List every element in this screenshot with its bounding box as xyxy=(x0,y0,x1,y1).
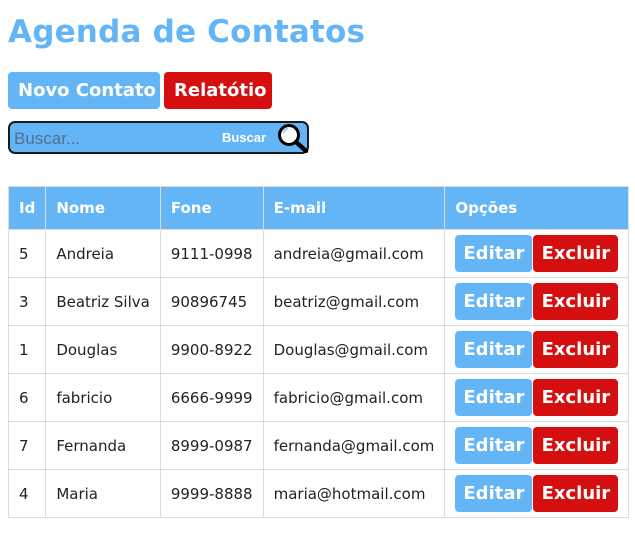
cell-nome: Fernanda xyxy=(45,421,161,470)
cell-id: 4 xyxy=(7,469,47,518)
table-row: 5 Andreia 9111-0998 andreia@gmail.com Ed… xyxy=(7,229,630,278)
edit-button[interactable]: Editar xyxy=(455,283,533,320)
cell-email: beatriz@gmail.com xyxy=(262,277,446,326)
cell-fone: 9999-8888 xyxy=(159,469,264,518)
header-email: E-mail xyxy=(262,186,446,230)
delete-button[interactable]: Excluir xyxy=(533,331,619,368)
cell-actions: Editar Excluir xyxy=(444,229,630,278)
header-fone: Fone xyxy=(159,186,264,230)
cell-actions: Editar Excluir xyxy=(444,373,630,422)
search-icon[interactable] xyxy=(276,123,310,153)
cell-nome: Douglas xyxy=(45,325,161,374)
cell-id: 3 xyxy=(7,277,47,326)
cell-fone: 6666-9999 xyxy=(159,373,264,422)
delete-button[interactable]: Excluir xyxy=(533,427,619,464)
cell-nome: Beatriz Silva xyxy=(45,277,161,326)
edit-button[interactable]: Editar xyxy=(455,235,533,272)
table-row: 1 Douglas 9900-8922 Douglas@gmail.com Ed… xyxy=(7,325,630,374)
new-contact-button[interactable]: Novo Contato xyxy=(8,72,160,109)
report-button[interactable]: Relatótio xyxy=(164,72,272,109)
cell-fone: 8999-0987 xyxy=(159,421,264,470)
cell-email: fernanda@gmail.com xyxy=(262,421,446,470)
cell-actions: Editar Excluir xyxy=(444,469,630,518)
header-id: Id xyxy=(7,186,47,230)
contacts-table: Id Nome Fone E-mail Opções 5 Andreia 911… xyxy=(7,186,630,518)
header-nome: Nome xyxy=(45,186,161,230)
table-header-row: Id Nome Fone E-mail Opções xyxy=(7,186,630,230)
header-opcoes: Opções xyxy=(444,186,630,230)
cell-actions: Editar Excluir xyxy=(444,325,630,374)
delete-button[interactable]: Excluir xyxy=(533,475,619,512)
edit-button[interactable]: Editar xyxy=(455,427,533,464)
cell-email: Douglas@gmail.com xyxy=(262,325,446,374)
edit-button[interactable]: Editar xyxy=(455,331,533,368)
cell-email: fabricio@gmail.com xyxy=(262,373,446,422)
search-button[interactable]: Buscar xyxy=(222,130,266,145)
delete-button[interactable]: Excluir xyxy=(533,379,619,416)
table-row: 3 Beatriz Silva 90896745 beatriz@gmail.c… xyxy=(7,277,630,326)
search-input[interactable] xyxy=(14,126,210,151)
cell-actions: Editar Excluir xyxy=(444,421,630,470)
delete-button[interactable]: Excluir xyxy=(533,283,619,320)
cell-email: maria@hotmail.com xyxy=(262,469,446,518)
cell-nome: Andreia xyxy=(45,229,161,278)
cell-id: 7 xyxy=(7,421,47,470)
cell-id: 5 xyxy=(7,229,47,278)
cell-id: 1 xyxy=(7,325,47,374)
table-row: 7 Fernanda 8999-0987 fernanda@gmail.com … xyxy=(7,421,630,470)
edit-button[interactable]: Editar xyxy=(455,379,533,416)
cell-fone: 9111-0998 xyxy=(159,229,264,278)
edit-button[interactable]: Editar xyxy=(455,475,533,512)
table-row: 6 fabricio 6666-9999 fabricio@gmail.com … xyxy=(7,373,630,422)
cell-nome: Maria xyxy=(45,469,161,518)
search-form: Buscar xyxy=(8,121,309,154)
cell-fone: 90896745 xyxy=(159,277,264,326)
cell-email: andreia@gmail.com xyxy=(262,229,446,278)
cell-fone: 9900-8922 xyxy=(159,325,264,374)
page-title: Agenda de Contatos xyxy=(8,14,366,50)
cell-nome: fabricio xyxy=(45,373,161,422)
delete-button[interactable]: Excluir xyxy=(533,235,619,272)
cell-id: 6 xyxy=(7,373,47,422)
table-row: 4 Maria 9999-8888 maria@hotmail.com Edit… xyxy=(7,469,630,518)
cell-actions: Editar Excluir xyxy=(444,277,630,326)
